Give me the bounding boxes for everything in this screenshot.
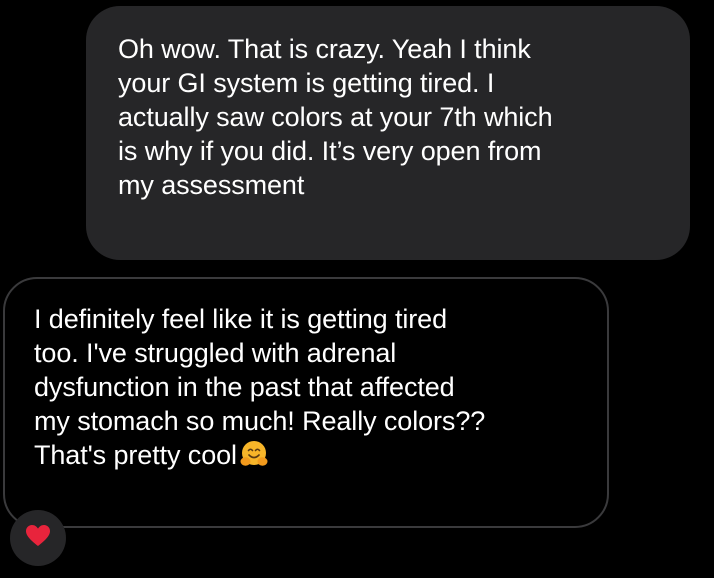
- message-line: I definitely feel like it is getting tir…: [34, 304, 448, 334]
- message-line: dysfunction in the past that affected: [34, 372, 455, 402]
- message-line: your GI system is getting tired. I: [118, 68, 495, 98]
- message-line: too. I've struggled with adrenal: [34, 338, 397, 368]
- message-line: actually saw colors at your 7th which: [118, 102, 553, 132]
- hugging-face-icon: [238, 438, 270, 478]
- message-line: Oh wow. That is crazy. Yeah I think: [118, 34, 531, 64]
- message-line-last: That's pretty cool: [34, 438, 587, 478]
- message-line-text: That's pretty cool: [34, 440, 237, 470]
- message-line: my assessment: [118, 170, 305, 200]
- message-line: my stomach so much! Really colors??: [34, 406, 486, 436]
- message-bubble-received[interactable]: Oh wow. That is crazy. Yeah I think your…: [86, 6, 690, 260]
- reaction-badge[interactable]: [10, 510, 66, 566]
- heart-icon: [25, 524, 51, 553]
- message-bubble-sent[interactable]: I definitely feel like it is getting tir…: [3, 277, 609, 528]
- message-line: is why if you did. It’s very open from: [118, 136, 542, 166]
